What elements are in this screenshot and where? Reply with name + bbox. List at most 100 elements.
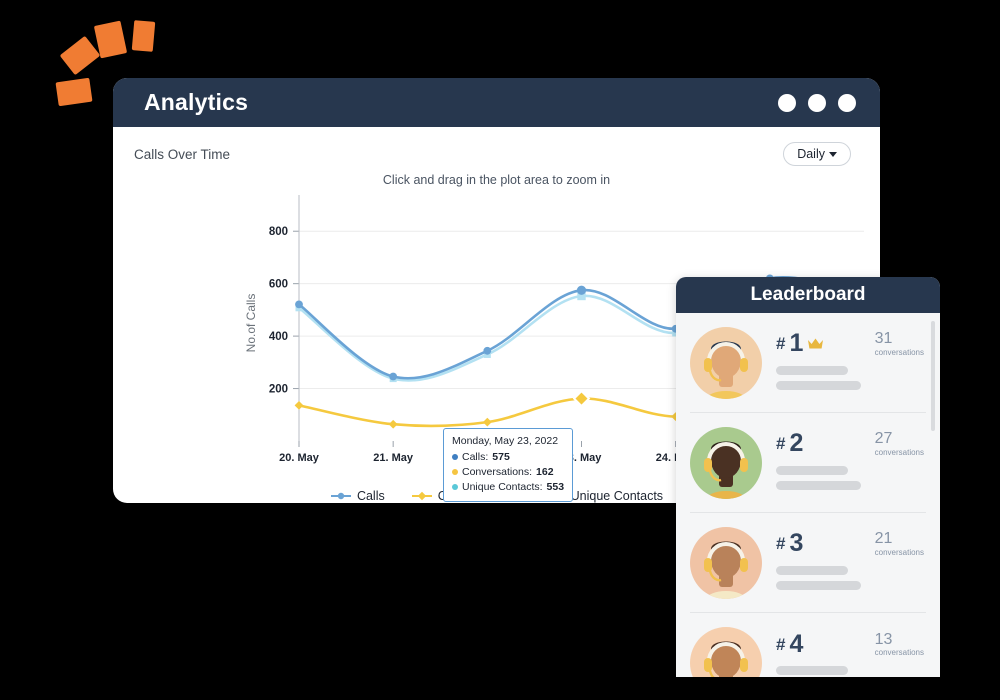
window-dot-3[interactable] <box>838 93 856 112</box>
conversation-count-label: conversations <box>874 447 924 457</box>
legend-marker-icon <box>330 492 351 500</box>
page-title: Analytics <box>144 89 249 115</box>
leaderboard-row-top: #1 31 conversations <box>776 329 926 358</box>
chart-point-conversations[interactable] <box>388 419 398 429</box>
placeholder-bar <box>776 580 861 590</box>
avatar <box>690 526 762 599</box>
leaderboard-row-info: #4 13 conversations <box>776 630 926 677</box>
leaderboard-list: #1 31 conversations #2 27 conversations #3 21 co… <box>676 313 940 677</box>
rank-number: 1 <box>789 329 804 358</box>
series-color-dot-icon <box>452 469 458 476</box>
conversation-count-wrap: 13 conversations <box>874 630 926 658</box>
tooltip-row: Calls: 575 <box>452 450 564 465</box>
window-dot-2[interactable] <box>808 93 826 112</box>
screenshot-root: Analytics Calls Over Time Daily Click an… <box>0 0 1000 700</box>
conversation-count-label: conversations <box>874 547 924 557</box>
leaderboard-row-info: #2 27 conversations <box>776 429 926 496</box>
tooltip-row: Unique Contacts: 553 <box>452 480 564 495</box>
avatar <box>690 426 762 499</box>
leaderboard-title: Leaderboard <box>676 277 940 313</box>
conversation-count: 31 <box>874 330 893 348</box>
placeholder-bar <box>776 365 848 375</box>
legend-label: Unique Contacts <box>570 489 664 503</box>
rank-hash: # <box>776 334 786 354</box>
placeholder-bar <box>776 480 861 490</box>
placeholder-bars <box>776 365 926 390</box>
legend-item-calls[interactable]: Calls <box>330 489 385 503</box>
chevron-down-icon <box>829 152 837 157</box>
conversation-count: 21 <box>874 530 893 548</box>
x-axis-tick-label: 21. May <box>373 452 414 464</box>
avatar <box>690 326 762 399</box>
tooltip-series-label: Conversations: <box>462 465 533 478</box>
chart-subtitle: Calls Over Time <box>134 146 231 162</box>
rank-number: 3 <box>789 529 804 558</box>
tooltip-series-value: 162 <box>536 465 554 478</box>
rank-number: 4 <box>789 629 804 658</box>
leaderboard-row[interactable]: #1 31 conversations <box>690 313 926 413</box>
y-axis-tick-label: 600 <box>269 279 288 291</box>
rank-number: 2 <box>789 429 804 458</box>
rank-hash: # <box>776 634 786 654</box>
conversation-count-label: conversations <box>874 648 924 658</box>
decorative-spark-3 <box>93 20 128 59</box>
chart-point-conversations[interactable] <box>482 417 492 427</box>
rank-badge: #3 <box>776 531 803 556</box>
y-axis-tick-label: 400 <box>269 331 288 343</box>
placeholder-bar <box>776 465 848 475</box>
crown-icon <box>808 338 824 349</box>
leaderboard-row[interactable]: #3 21 conversations <box>690 513 926 613</box>
y-axis-tick-label: 200 <box>269 384 288 396</box>
leaderboard-row[interactable]: #4 13 conversations <box>690 613 926 677</box>
placeholder-bar <box>776 666 848 676</box>
decorative-spark-4 <box>131 20 156 52</box>
tooltip-rows: Calls: 575 Conversations: 162 Unique Contact… <box>452 450 564 495</box>
y-axis-title: No.of Calls <box>244 294 258 353</box>
leaderboard-row-top: #2 27 conversations <box>776 430 926 457</box>
tooltip-series-label: Calls: <box>462 450 489 463</box>
chart-point-calls[interactable] <box>576 285 587 295</box>
tooltip-series-value: 575 <box>492 450 510 463</box>
leaderboard-row[interactable]: #2 27 conversations <box>690 413 926 513</box>
leaderboard-scrollbar[interactable] <box>931 321 935 431</box>
placeholder-bars <box>776 565 926 590</box>
series-color-dot-icon <box>452 454 458 461</box>
chart-point-calls[interactable] <box>483 346 492 355</box>
period-dropdown[interactable]: Daily <box>783 142 851 166</box>
chart-point-conversations[interactable] <box>294 400 304 410</box>
chart-zoom-hint: Click and drag in the plot area to zoom … <box>382 173 611 187</box>
placeholder-bars <box>776 666 926 677</box>
y-axis-tick-label: 800 <box>269 226 288 238</box>
analytics-titlebar: Analytics <box>113 78 880 127</box>
conversation-count-wrap: 31 conversations <box>874 330 926 357</box>
leaderboard-row-info: #1 31 conversations <box>776 329 926 396</box>
tooltip-row: Conversations: 162 <box>452 465 564 480</box>
decorative-spark-2 <box>59 35 101 76</box>
leaderboard-row-top: #4 13 conversations <box>776 629 926 658</box>
placeholder-bar <box>776 565 848 575</box>
leaderboard-row-top: #3 21 conversations <box>776 530 926 557</box>
chart-point-conversations[interactable] <box>572 389 591 408</box>
tooltip-series-value: 553 <box>546 480 565 493</box>
rank-hash: # <box>776 434 786 454</box>
chart-point-calls[interactable] <box>389 372 398 381</box>
conversation-count: 13 <box>874 630 893 648</box>
conversation-count-wrap: 27 conversations <box>874 430 926 457</box>
legend-marker-icon <box>411 491 432 501</box>
rank-badge: #4 <box>776 629 804 658</box>
period-dropdown-label: Daily <box>797 147 825 161</box>
avatar <box>690 627 762 677</box>
leaderboard-window: Leaderboard #1 31 conversations #2 27 convers… <box>676 277 940 677</box>
placeholder-bar <box>776 380 861 390</box>
rank-badge: #2 <box>776 431 803 456</box>
window-dot-1[interactable] <box>778 93 796 112</box>
conversation-count-wrap: 21 conversations <box>874 530 926 557</box>
chart-toolbar: Calls Over Time Daily <box>113 127 880 167</box>
chart-point-calls[interactable] <box>295 300 303 309</box>
placeholder-bars <box>776 465 926 490</box>
chart-tooltip: Monday, May 23, 2022 Calls: 575 Conversati… <box>443 428 574 502</box>
x-axis-tick-label: 20. May <box>279 452 320 464</box>
series-color-dot-icon <box>452 484 458 491</box>
window-controls <box>778 93 856 112</box>
conversation-count-label: conversations <box>874 347 924 357</box>
